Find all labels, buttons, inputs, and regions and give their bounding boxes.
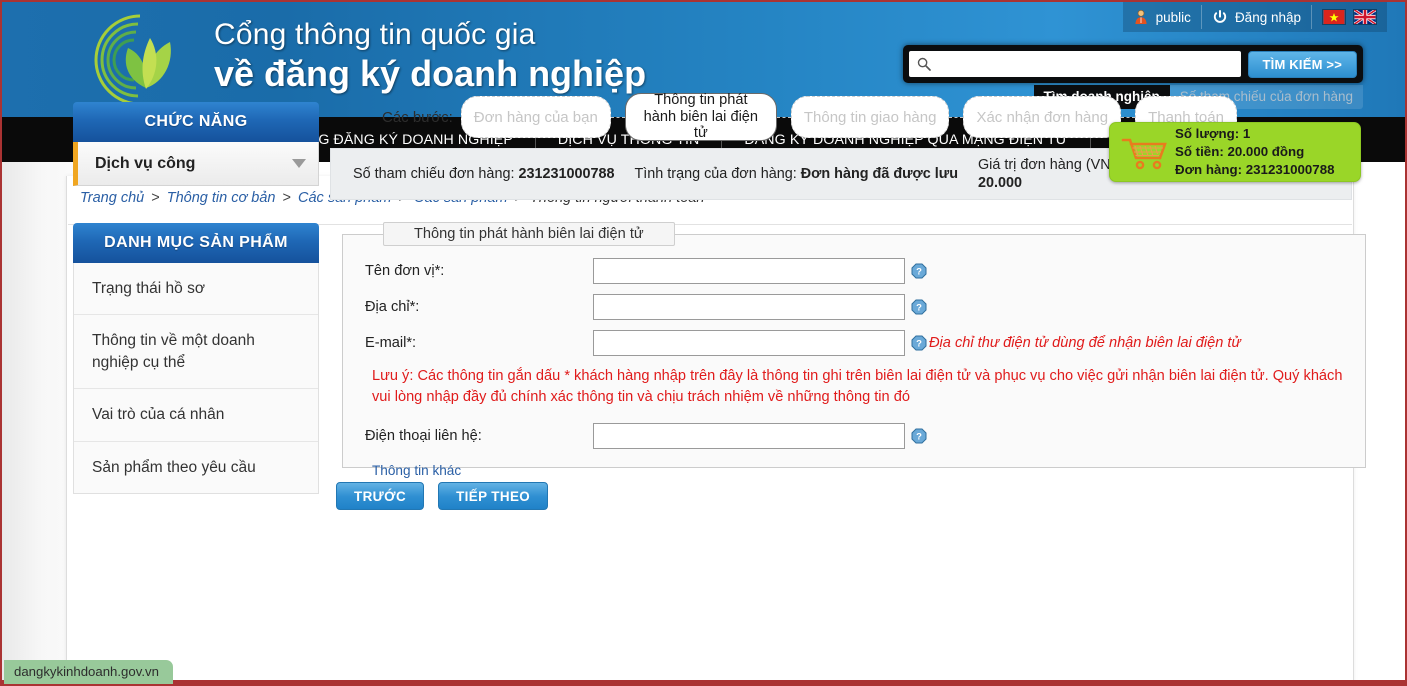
user-topbar: public Đăng nhập <box>1123 2 1387 32</box>
address-input[interactable] <box>593 294 905 320</box>
next-button[interactable]: TIẾP THEO <box>438 482 548 510</box>
order-value-amount: 20.000 <box>978 175 1022 191</box>
order-value-label: Giá trị đơn hàng (VNĐ): <box>978 157 1130 173</box>
step-receipt-info[interactable]: Thông tin phát hành biên lai điện tử <box>625 93 777 141</box>
order-ref-label: Số tham chiếu đơn hàng: <box>353 166 514 182</box>
form-legend: Thông tin phát hành biên lai điện tử <box>383 222 675 246</box>
email-label: E-mail*: <box>365 335 593 351</box>
step-confirm-order[interactable]: Xác nhận đơn hàng <box>963 96 1121 138</box>
svg-text:?: ? <box>916 303 922 314</box>
login-button[interactable]: Đăng nhập <box>1202 2 1311 32</box>
unit-name-input[interactable] <box>593 258 905 284</box>
language-switcher[interactable] <box>1312 2 1387 32</box>
order-status-value: Đơn hàng đã được lưu <box>801 166 958 182</box>
site-logo <box>88 10 204 110</box>
sidebar-item-business-info[interactable]: Thông tin về một doanh nghiệp cụ thể <box>74 315 318 389</box>
email-hint: Địa chỉ thư điện tử dùng để nhận biên la… <box>929 335 1241 351</box>
form-actions: TRƯỚC TIẾP THEO <box>336 482 1352 510</box>
order-ref-value: 231231000788 <box>518 166 614 182</box>
form-note: Lưu ý: Các thông tin gắn dấu * khách hàn… <box>372 366 1347 407</box>
unit-name-label: Tên đơn vị*: <box>365 263 593 279</box>
sidebar-service-dropdown-value: Dịch vụ công <box>95 155 195 173</box>
order-ref-cell: Số tham chiếu đơn hàng: 231231000788 <box>343 165 625 183</box>
step-connector-3 <box>949 117 963 118</box>
search-input[interactable] <box>909 51 1241 77</box>
brand-title: Cổng thông tin quốc gia về đăng ký doanh… <box>214 19 646 93</box>
phone-input[interactable] <box>593 423 905 449</box>
other-info-link[interactable]: Thông tin khác <box>372 463 461 478</box>
uk-flag-icon[interactable] <box>1353 9 1377 25</box>
shopping-cart-icon <box>1120 134 1168 170</box>
previous-button[interactable]: TRƯỚC <box>336 482 424 510</box>
order-status-cell: Tình trạng của đơn hàng: Đơn hàng đã đượ… <box>625 165 968 183</box>
field-row-email: E-mail*: ? Địa chỉ thư điện tử dùng để n… <box>365 330 1347 356</box>
sidebar-gap <box>73 186 319 223</box>
svg-text:?: ? <box>916 432 922 443</box>
email-input[interactable] <box>593 330 905 356</box>
field-row-address: Địa chỉ*: ? <box>365 294 1347 320</box>
step-connector-4 <box>1121 117 1135 118</box>
help-icon[interactable]: ? <box>911 335 927 351</box>
help-icon[interactable]: ? <box>911 299 927 315</box>
step-connector-1 <box>611 117 625 118</box>
sidebar-service-dropdown[interactable]: Dịch vụ công <box>73 142 319 186</box>
vietnam-flag-icon[interactable] <box>1322 9 1346 25</box>
page-root: Cổng thông tin quốc gia về đăng ký doanh… <box>0 0 1407 686</box>
search-button[interactable]: TÌM KIẾM >> <box>1248 51 1358 78</box>
sidebar-item-profile-status[interactable]: Trạng thái hồ sơ <box>74 263 318 315</box>
cart-order-number: Đơn hàng: 231231000788 <box>1175 161 1335 179</box>
sidebar-item-custom-product[interactable]: Sản phẩm theo yêu cầu <box>74 442 318 493</box>
svg-text:?: ? <box>916 267 922 278</box>
sidebar: CHỨC NĂNG Dịch vụ công DANH MỤC SẢN PHẨM… <box>73 102 319 494</box>
order-status-label: Tình trạng của đơn hàng: <box>635 166 797 182</box>
phone-label: Điện thoại liên hệ: <box>365 428 593 444</box>
sidebar-functions-title: CHỨC NĂNG <box>73 102 319 142</box>
user-avatar-icon <box>1133 9 1149 25</box>
brand-line-1: Cổng thông tin quốc gia <box>214 19 646 51</box>
step-connector-2 <box>777 117 791 118</box>
sidebar-item-individual-role[interactable]: Vai trò của cá nhân <box>74 389 318 441</box>
power-icon <box>1212 9 1228 25</box>
cart-quantity: Số lượng: 1 <box>1175 125 1335 143</box>
field-row-unit-name: Tên đơn vị*: ? <box>365 258 1347 284</box>
sidebar-catalog-title: DANH MỤC SẢN PHẨM <box>73 223 319 263</box>
order-cart-badge[interactable]: Số lượng: 1 Số tiền: 20.000 đồng Đơn hàn… <box>1109 122 1361 182</box>
sidebar-catalog-list: Trạng thái hồ sơ Thông tin về một doanh … <box>73 263 319 494</box>
help-icon[interactable]: ? <box>911 428 927 444</box>
svg-text:?: ? <box>916 339 922 350</box>
help-icon[interactable]: ? <box>911 263 927 279</box>
step-delivery-info[interactable]: Thông tin giao hàng <box>791 96 950 138</box>
user-account[interactable]: public <box>1123 2 1201 32</box>
field-row-phone: Điện thoại liên hệ: ? <box>365 423 1347 449</box>
step-order[interactable]: Đơn hàng của bạn <box>461 96 611 138</box>
cart-text: Số lượng: 1 Số tiền: 20.000 đồng Đơn hàn… <box>1175 125 1335 178</box>
status-url-tooltip: dangkykinhdoanh.gov.vn <box>4 660 173 684</box>
address-label: Địa chỉ*: <box>365 299 593 315</box>
bottom-border <box>2 680 1405 684</box>
receipt-info-form: Thông tin phát hành biên lai điện tử Tên… <box>342 222 1366 468</box>
login-label: Đăng nhập <box>1235 10 1301 25</box>
user-name: public <box>1156 10 1191 25</box>
chevron-down-icon <box>292 159 306 168</box>
cart-amount: Số tiền: 20.000 đồng <box>1175 143 1335 161</box>
search-bar: TÌM KIẾM >> <box>903 45 1363 83</box>
steps-label: Các bước: <box>382 109 453 126</box>
